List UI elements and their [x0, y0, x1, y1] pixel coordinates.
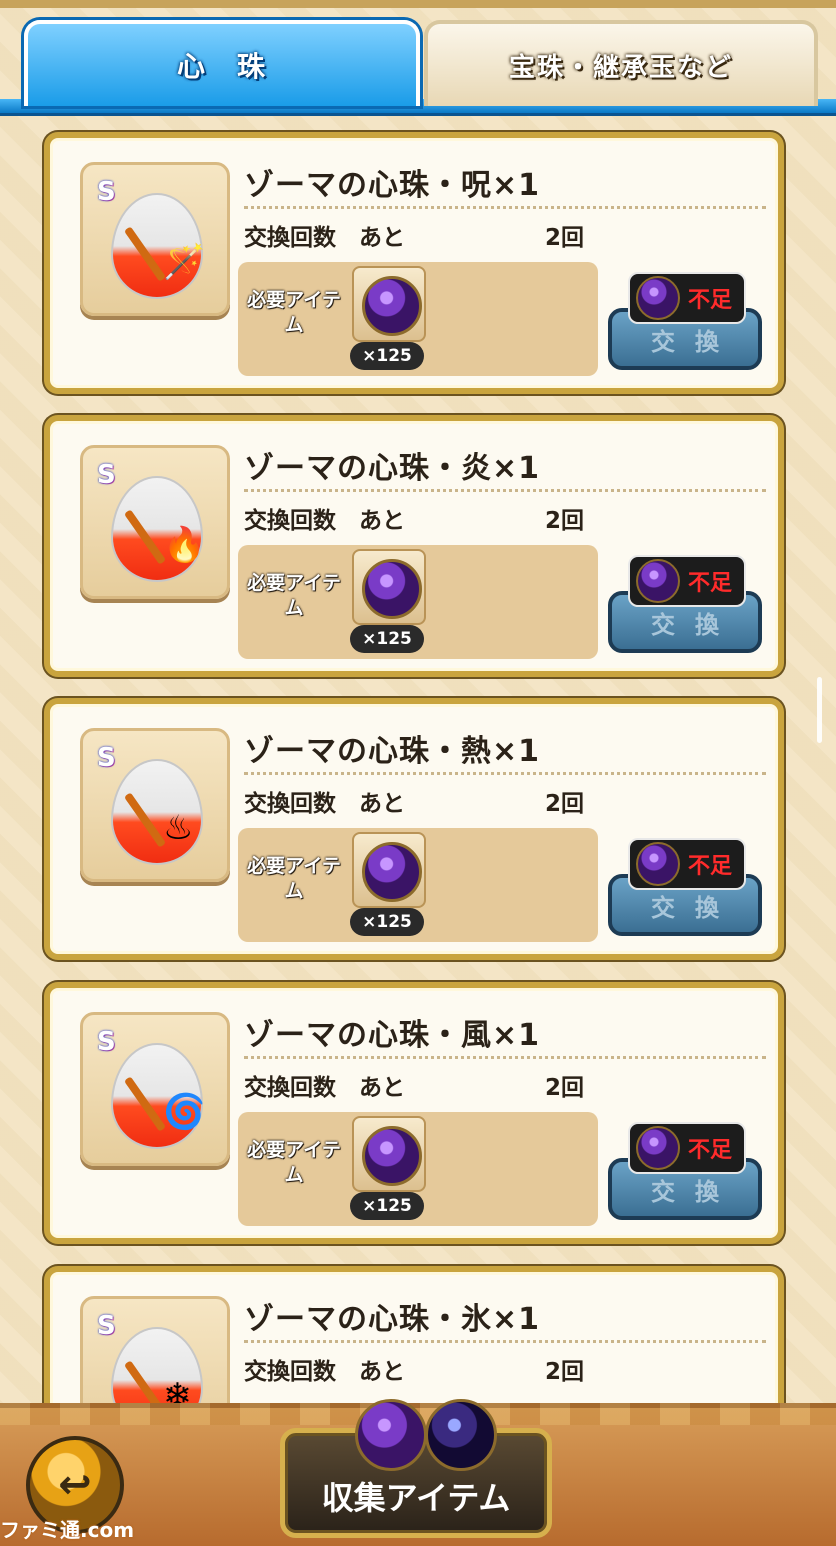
tab-gems-inheritance[interactable]: 宝珠・継承玉など	[424, 20, 818, 106]
zoma-medal-icon	[636, 842, 680, 886]
required-qty: ×125	[350, 342, 424, 370]
shortage-badge: 不足	[628, 838, 746, 890]
required-item-label: 必要アイテム	[247, 855, 341, 902]
divider	[244, 489, 766, 492]
medal-frame[interactable]	[352, 1116, 426, 1192]
divider	[244, 1056, 766, 1059]
required-qty: ×125	[350, 1192, 424, 1220]
exchange-count: 交換回数 あと 2回	[244, 1068, 584, 1102]
kokoro-orb-icon: S 🔥	[80, 445, 230, 599]
wind-icon: 🌀	[163, 1092, 206, 1132]
required-item-box: 必要アイテム ×125	[238, 1112, 598, 1226]
grade-badge: S	[97, 1311, 116, 1341]
list-item[interactable]: S 🌀 ゾーマの心珠・風×1 交換回数 あと 2回 必要アイテム ×125 交換…	[44, 982, 784, 1244]
back-arrow-icon: ↩	[58, 1462, 92, 1508]
count-value: 2回	[544, 225, 584, 251]
shortage-badge: 不足	[628, 555, 746, 607]
zoma-medal-icon	[636, 559, 680, 603]
shortage-label: 不足	[688, 854, 733, 879]
zoma-medal-icon	[636, 1126, 680, 1170]
required-item-box: 必要アイテム ×125	[238, 545, 598, 659]
zoma-medal-icon	[355, 1399, 427, 1471]
count-label: 交換回数 あと	[244, 508, 405, 534]
required-item-label: 必要アイテム	[247, 289, 341, 336]
scrollbar[interactable]	[817, 677, 822, 743]
exchange-count: 交換回数 あと 2回	[244, 1352, 584, 1386]
count-value: 2回	[544, 1075, 584, 1101]
exchange-list[interactable]: S 🪄 ゾーマの心珠・呪×1 交換回数 あと 2回 必要アイテム ×125 交換…	[0, 0, 836, 1541]
item-title: ゾーマの心珠・風×1	[244, 1018, 541, 1053]
zoma-portrait-icon	[425, 1399, 497, 1471]
count-value: 2回	[544, 791, 584, 817]
item-title: ゾーマの心珠・氷×1	[244, 1302, 541, 1337]
required-item-label: 必要アイテム	[247, 1139, 341, 1186]
count-label: 交換回数 あと	[244, 791, 405, 817]
count-value: 2回	[544, 1359, 584, 1385]
zoma-medal-icon	[362, 276, 422, 336]
required-item-box: 必要アイテム ×125	[238, 262, 598, 376]
medal-frame[interactable]	[352, 549, 426, 625]
divider	[244, 1340, 766, 1343]
shortage-label: 不足	[688, 288, 733, 313]
shortage-badge: 不足	[628, 272, 746, 324]
grade-badge: S	[97, 177, 116, 207]
item-title: ゾーマの心珠・炎×1	[244, 451, 541, 486]
exchange-count: 交換回数 あと 2回	[244, 784, 584, 818]
required-item-box: 必要アイテム ×125	[238, 828, 598, 942]
zoma-medal-icon	[362, 842, 422, 902]
count-label: 交換回数 あと	[244, 1075, 405, 1101]
shortage-badge: 不足	[628, 1122, 746, 1174]
kokoro-orb-icon: S 🌀	[80, 1012, 230, 1166]
item-title: ゾーマの心珠・呪×1	[244, 168, 541, 203]
list-item[interactable]: S 🪄 ゾーマの心珠・呪×1 交換回数 あと 2回 必要アイテム ×125 交換…	[44, 132, 784, 394]
divider	[244, 772, 766, 775]
item-title: ゾーマの心珠・熱×1	[244, 734, 541, 769]
flame-icon: 🔥	[163, 525, 206, 565]
zoma-medal-icon	[362, 1126, 422, 1186]
exchange-count: 交換回数 あと 2回	[244, 218, 584, 252]
medal-frame[interactable]	[352, 266, 426, 342]
shortage-label: 不足	[688, 571, 733, 596]
collect-items-label: 収集アイテム	[321, 1479, 511, 1517]
required-qty: ×125	[350, 625, 424, 653]
list-item[interactable]: S ♨ ゾーマの心珠・熱×1 交換回数 あと 2回 必要アイテム ×125 交換…	[44, 698, 784, 960]
medal-frame[interactable]	[352, 832, 426, 908]
grade-badge: S	[97, 1027, 116, 1057]
exchange-count: 交換回数 あと 2回	[244, 501, 584, 535]
kokoro-orb-icon: S ♨	[80, 728, 230, 882]
collect-items-button[interactable]: 収集アイテム	[280, 1399, 552, 1538]
kokoro-orb-icon: S 🪄	[80, 162, 230, 316]
divider	[244, 206, 766, 209]
zoma-medal-icon	[636, 276, 680, 320]
count-label: 交換回数 あと	[244, 1359, 405, 1385]
watermark: ファミ通.com	[0, 1518, 135, 1542]
count-value: 2回	[544, 508, 584, 534]
curse-icon: 🪄	[163, 242, 206, 282]
shortage-label: 不足	[688, 1138, 733, 1163]
zoma-medal-icon	[362, 559, 422, 619]
grade-badge: S	[97, 743, 116, 773]
list-item[interactable]: S 🔥 ゾーマの心珠・炎×1 交換回数 あと 2回 必要アイテム ×125 交換…	[44, 415, 784, 677]
required-qty: ×125	[350, 908, 424, 936]
required-item-label: 必要アイテム	[247, 572, 341, 619]
count-label: 交換回数 あと	[244, 225, 405, 251]
tab-bar: 心 珠 宝珠・継承玉など	[0, 0, 836, 120]
heat-icon: ♨	[163, 808, 194, 848]
tab-kokoro-orb[interactable]: 心 珠	[24, 20, 420, 106]
grade-badge: S	[97, 460, 116, 490]
